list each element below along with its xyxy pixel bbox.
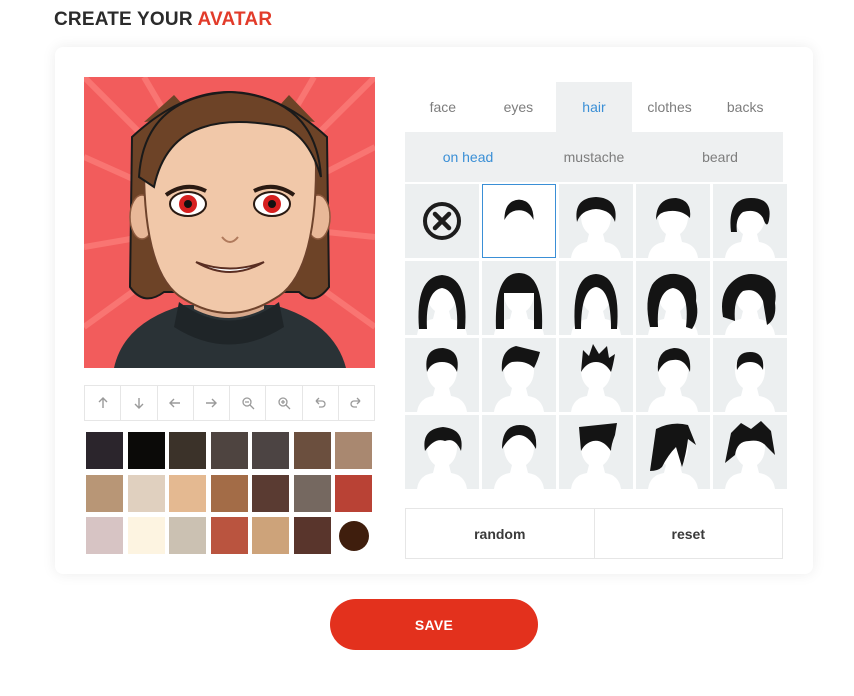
category-tabs: face eyes hair clothes backs [405, 82, 783, 132]
color-swatch[interactable] [127, 517, 165, 554]
hair-thumbnail-icon [722, 274, 776, 335]
hair-thumbnail-icon [647, 273, 698, 335]
subtab-mustache[interactable]: mustache [531, 132, 657, 182]
arrow-up-icon [98, 397, 108, 408]
hair-style-option[interactable] [405, 338, 479, 412]
zoom-out-button[interactable] [230, 386, 267, 420]
hair-style-option[interactable] [713, 415, 787, 489]
hair-style-option[interactable] [636, 415, 710, 489]
reset-button[interactable]: reset [595, 509, 783, 558]
avatar-preview [84, 77, 375, 368]
move-up-button[interactable] [85, 386, 122, 420]
no-hair-option[interactable] [405, 184, 479, 258]
hair-style-option[interactable] [559, 261, 633, 335]
color-swatch[interactable] [252, 474, 289, 512]
hair-thumbnail-icon [571, 423, 621, 489]
hair-style-option[interactable] [482, 415, 556, 489]
color-swatch[interactable] [293, 517, 331, 554]
tab-backs[interactable]: backs [707, 82, 783, 132]
color-swatch[interactable] [169, 432, 206, 469]
title-accent: AVATAR [197, 9, 273, 30]
subtab-beard[interactable]: beard [657, 132, 783, 182]
avatar-toolbar [84, 385, 375, 421]
hair-thumbnail-icon [571, 344, 621, 412]
hair-thumbnail-icon [494, 425, 544, 489]
hair-style-option[interactable] [713, 338, 787, 412]
hair-thumbnail-icon [417, 275, 467, 335]
tab-clothes[interactable]: clothes [632, 82, 708, 132]
remove-icon [423, 202, 461, 240]
hair-style-option[interactable] [559, 184, 633, 258]
color-swatch[interactable] [252, 432, 289, 469]
color-swatch[interactable] [86, 517, 123, 554]
tab-eyes[interactable]: eyes [481, 82, 557, 132]
move-left-button[interactable] [158, 386, 194, 420]
color-swatch[interactable] [86, 474, 123, 512]
hair-style-option[interactable] [482, 184, 556, 258]
selected-color-dot [338, 520, 369, 551]
hair-thumbnail-icon [417, 348, 467, 412]
hair-thumbnail-icon [648, 348, 698, 412]
hair-thumbnail-icon [417, 427, 467, 489]
color-swatch[interactable] [86, 432, 123, 469]
hair-thumbnail-icon [725, 352, 775, 412]
hair-thumbnail-icon [648, 423, 698, 489]
action-bar: random reset [405, 508, 783, 559]
hair-style-option[interactable] [482, 338, 556, 412]
redo-button[interactable] [339, 386, 374, 420]
arrow-right-icon [206, 398, 218, 408]
hair-style-option[interactable] [713, 184, 787, 258]
arrow-down-icon [134, 398, 144, 409]
hair-style-grid [405, 184, 787, 489]
title-prefix: CREATE YOUR [54, 9, 193, 30]
undo-icon [315, 397, 326, 408]
random-button[interactable]: random [406, 509, 595, 558]
move-down-button[interactable] [121, 386, 158, 420]
color-swatch[interactable] [210, 474, 248, 512]
subtab-on-head[interactable]: on head [405, 132, 531, 182]
tab-hair[interactable]: hair [556, 82, 632, 132]
hair-style-option[interactable] [636, 184, 710, 258]
hair-style-option[interactable] [713, 261, 787, 335]
hair-thumbnail-icon [494, 273, 544, 335]
color-swatch[interactable] [210, 517, 248, 554]
hair-style-option[interactable] [405, 415, 479, 489]
save-button[interactable]: SAVE [330, 599, 538, 650]
hair-style-option[interactable] [405, 261, 479, 335]
hair-style-option[interactable] [482, 261, 556, 335]
color-swatch[interactable] [127, 474, 165, 512]
color-swatches [86, 432, 372, 554]
hair-thumbnail-icon [725, 421, 775, 489]
hair-thumbnail-icon [494, 346, 544, 412]
zoom-in-icon [278, 397, 291, 410]
hair-thumbnail-icon [494, 199, 544, 257]
color-swatch[interactable] [335, 432, 372, 469]
hair-style-option[interactable] [636, 261, 710, 335]
color-swatch[interactable] [293, 432, 331, 469]
tab-face[interactable]: face [405, 82, 481, 132]
page-title: CREATE YOUR AVATAR [54, 9, 272, 31]
arrow-left-icon [169, 398, 181, 408]
hair-thumbnail-icon [648, 198, 698, 258]
zoom-in-button[interactable] [266, 386, 303, 420]
undo-button[interactable] [303, 386, 339, 420]
color-swatch[interactable] [169, 517, 206, 554]
hair-thumbnail-icon [571, 274, 621, 335]
color-swatch[interactable] [335, 517, 372, 554]
color-swatch[interactable] [210, 432, 248, 469]
hair-style-option[interactable] [559, 338, 633, 412]
color-swatch[interactable] [293, 474, 331, 512]
hair-style-option[interactable] [559, 415, 633, 489]
hair-style-option[interactable] [636, 338, 710, 412]
zoom-out-icon [241, 397, 255, 410]
color-swatch[interactable] [169, 474, 206, 512]
color-swatch[interactable] [127, 432, 165, 469]
color-swatch[interactable] [335, 474, 372, 512]
hair-thumbnail-icon [725, 198, 775, 258]
color-swatch[interactable] [252, 517, 289, 554]
redo-icon [350, 397, 361, 408]
move-right-button[interactable] [194, 386, 230, 420]
hair-subtabs: on head mustache beard [405, 132, 783, 182]
hair-thumbnail-icon [571, 197, 621, 258]
